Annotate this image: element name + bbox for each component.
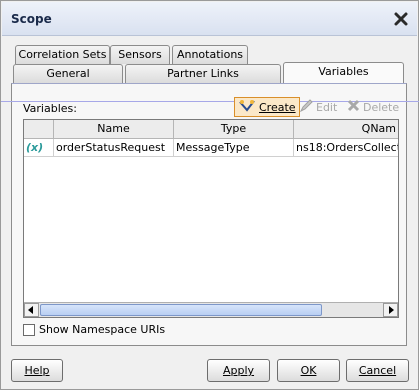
ok-button[interactable]: OK: [277, 359, 340, 382]
delete-label: Delete: [363, 100, 400, 114]
create-icon: [238, 99, 256, 116]
tab-general[interactable]: General: [13, 64, 123, 83]
cancel-label: Cancel: [358, 364, 397, 377]
tab-label: General: [46, 67, 90, 80]
tab-correlation-sets[interactable]: Correlation Sets: [15, 45, 110, 64]
column-header-type[interactable]: Type: [174, 120, 294, 139]
create-label: Create: [259, 100, 296, 114]
checkbox-box[interactable]: [23, 323, 35, 336]
apply-button[interactable]: Apply: [207, 359, 270, 382]
cancel-button[interactable]: Cancel: [346, 359, 409, 382]
help-label: Help: [24, 364, 50, 377]
horizontal-scrollbar[interactable]: [24, 302, 398, 317]
tab-label: Annotations: [176, 48, 244, 61]
scope-dialog: Scope Correlation Sets Sensors Annotatio…: [0, 0, 419, 390]
tab-label: Variables: [318, 65, 369, 78]
variable-qname: ns18:OrdersCollection: [294, 139, 398, 157]
variable-name: orderStatusRequest: [54, 139, 174, 157]
variables-table[interactable]: Name Type QNam (x) orderStatusRequest Me…: [23, 119, 399, 318]
tab-partner-links[interactable]: Partner Links: [125, 64, 281, 83]
show-namespace-checkbox[interactable]: Show Namespace URIs: [23, 323, 165, 336]
tab-sensors[interactable]: Sensors: [110, 45, 170, 64]
create-button[interactable]: Create: [234, 97, 300, 117]
variable-icon: (x): [24, 139, 54, 157]
variables-label: Variables:: [23, 102, 77, 115]
close-icon[interactable]: [393, 11, 409, 27]
pencil-icon: [299, 99, 313, 115]
dialog-title: Scope: [11, 12, 52, 26]
tab-label: Sensors: [118, 48, 162, 61]
scroll-thumb[interactable]: [40, 304, 322, 316]
scroll-right-arrow[interactable]: [383, 303, 398, 317]
show-namespace-label: Show Namespace URIs: [39, 323, 166, 336]
edit-label: Edit: [316, 100, 338, 114]
title-bar: Scope: [2, 2, 417, 36]
scroll-left-arrow[interactable]: [24, 303, 39, 317]
tab-annotations[interactable]: Annotations: [172, 45, 248, 64]
table-header: Name Type QNam: [24, 120, 398, 139]
tab-label: Partner Links: [167, 67, 239, 80]
tab-variables[interactable]: Variables: [283, 62, 404, 84]
column-header-qname[interactable]: QNam: [294, 120, 398, 139]
ok-label: OK: [300, 364, 317, 377]
help-button[interactable]: Help: [11, 359, 63, 382]
column-header-name[interactable]: Name: [54, 120, 174, 139]
column-header-icon[interactable]: [24, 120, 54, 139]
variable-type: MessageType: [174, 139, 294, 157]
delete-icon: [347, 99, 360, 115]
delete-button[interactable]: Delete: [344, 97, 402, 117]
apply-label: Apply: [222, 364, 255, 377]
table-row[interactable]: (x) orderStatusRequest MessageType ns18:…: [24, 139, 398, 157]
edit-button[interactable]: Edit: [297, 97, 340, 117]
tab-label: Correlation Sets: [18, 48, 107, 61]
